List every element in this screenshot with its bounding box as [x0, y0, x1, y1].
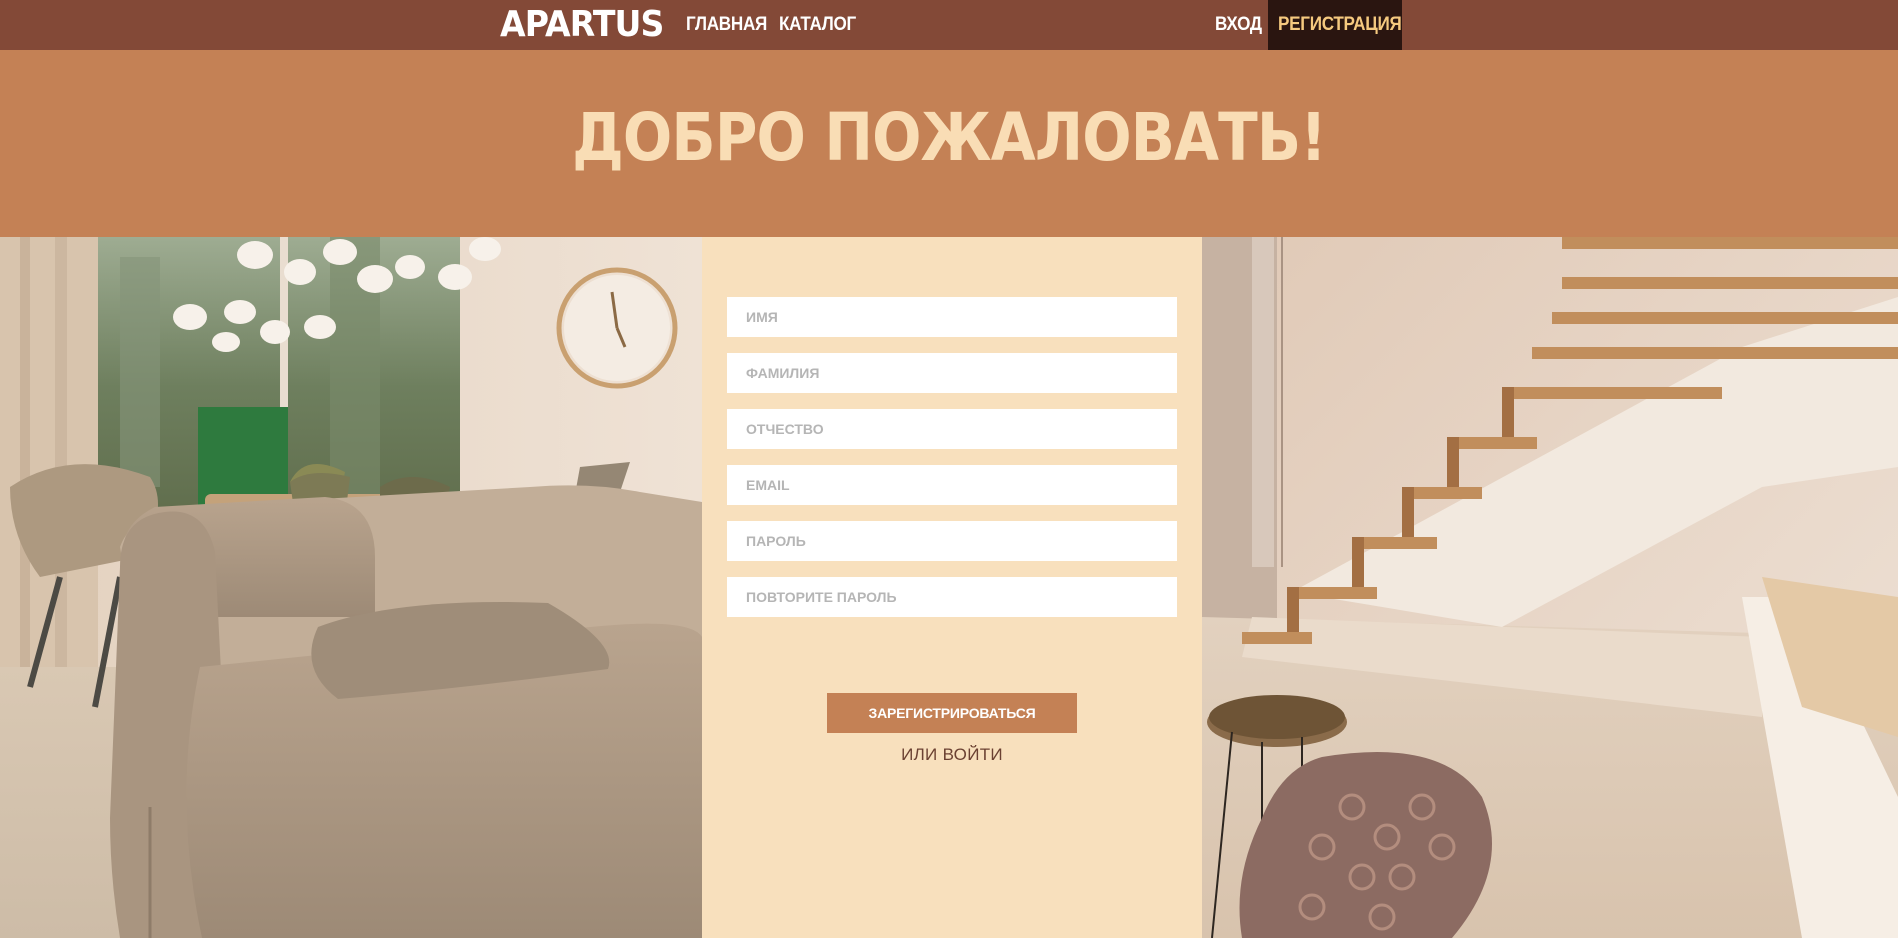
nav-link-register[interactable]: РЕГИСТРАЦИЯ [1268, 0, 1402, 50]
email-field[interactable] [727, 465, 1177, 505]
page-title: ДОБРО ПОЖАЛОВАТЬ! [572, 99, 1327, 176]
registration-form: ЗАРЕГИСТРИРОВАТЬСЯ ИЛИ ВОЙТИ [702, 237, 1202, 938]
staircase-photo [1202, 237, 1898, 938]
or-login-link[interactable]: ИЛИ ВОЙТИ [702, 745, 1202, 765]
register-button[interactable]: ЗАРЕГИСТРИРОВАТЬСЯ [827, 693, 1077, 733]
patronymic-field[interactable] [727, 409, 1177, 449]
welcome-banner: ДОБРО ПОЖАЛОВАТЬ! [0, 50, 1898, 237]
nav-link-catalog[interactable]: КАТАЛОГ [779, 0, 856, 50]
living-room-photo [0, 237, 702, 938]
site-logo[interactable]: APARTUS [500, 2, 664, 48]
last-name-field[interactable] [727, 353, 1177, 393]
nav-link-login[interactable]: ВХОД [1215, 0, 1262, 50]
password-field[interactable] [727, 521, 1177, 561]
first-name-field[interactable] [727, 297, 1177, 337]
top-navbar: APARTUS ГЛАВНАЯ КАТАЛОГ ВХОД РЕГИСТРАЦИЯ [0, 0, 1898, 50]
nav-link-home[interactable]: ГЛАВНАЯ [686, 0, 767, 50]
password-repeat-field[interactable] [727, 577, 1177, 617]
nav-register-label: РЕГИСТРАЦИЯ [1278, 14, 1402, 35]
